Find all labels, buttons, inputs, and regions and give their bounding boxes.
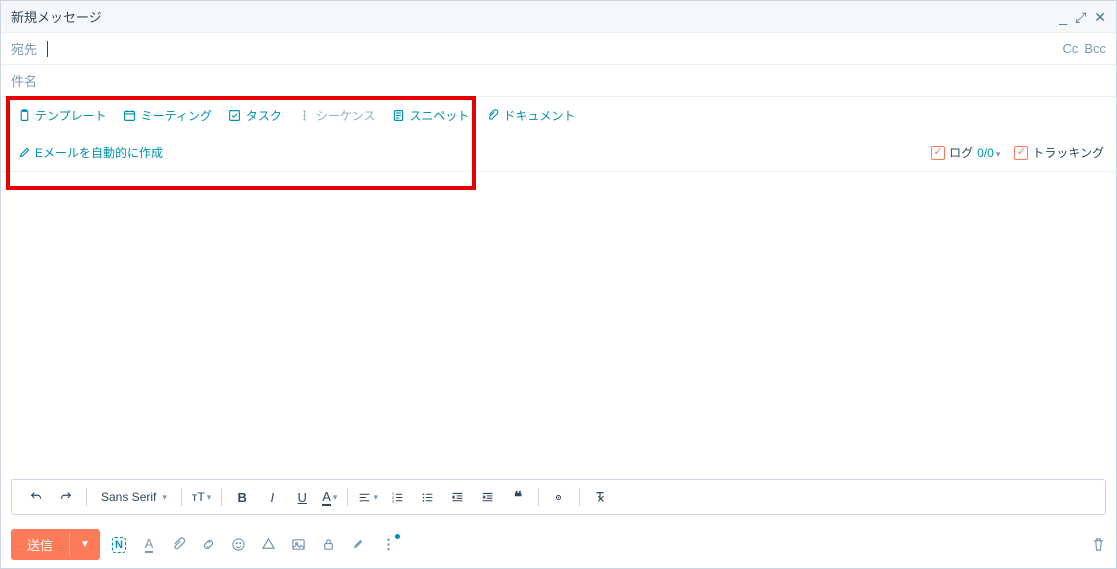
delete-icon[interactable] [1091, 537, 1106, 552]
meeting-button[interactable]: ミーティング [119, 105, 216, 126]
attachment-icon [485, 109, 499, 123]
log-count[interactable]: 0/0▾ [977, 146, 1000, 160]
indent-left-button[interactable] [444, 484, 472, 510]
clear-format-button[interactable] [586, 484, 614, 510]
sequence-button: シーケンス [294, 105, 379, 126]
attach-icon[interactable] [170, 536, 188, 554]
subject-row[interactable]: 件名 [1, 65, 1116, 97]
bold-button[interactable]: B [228, 484, 256, 510]
clipboard-icon [17, 109, 31, 123]
send-button[interactable]: 送信 ▼ [11, 529, 100, 560]
document-button[interactable]: ドキュメント [481, 105, 579, 126]
font-size-button[interactable]: тT▾ [188, 484, 215, 510]
signature-icon[interactable] [350, 536, 368, 554]
more-format-button[interactable] [545, 484, 573, 510]
redo-button[interactable] [52, 484, 80, 510]
font-family-select[interactable]: Sans Serif▾ [95, 488, 173, 506]
send-dropdown[interactable]: ▼ [69, 533, 100, 556]
quote-button[interactable]: ❝ [504, 484, 532, 510]
italic-button[interactable]: I [258, 484, 286, 510]
highlight-icon[interactable]: A [140, 536, 158, 554]
image-icon[interactable] [290, 536, 308, 554]
log-checkbox[interactable]: ✓ ログ 0/0▾ [931, 144, 1000, 161]
subject-label: 件名 [11, 71, 37, 90]
task-button[interactable]: タスク [224, 105, 286, 126]
bcc-button[interactable]: Bcc [1084, 41, 1106, 56]
minimize-icon[interactable]: _ [1059, 10, 1067, 24]
calendar-icon [123, 109, 137, 123]
text-color-button[interactable]: A▾ [318, 484, 341, 510]
to-row[interactable]: 宛先 Cc Bcc [1, 33, 1116, 65]
drive-icon[interactable] [260, 536, 278, 554]
email-body[interactable] [1, 172, 1116, 479]
undo-button[interactable] [22, 484, 50, 510]
emoji-icon[interactable] [230, 536, 248, 554]
more-icon[interactable] [380, 536, 398, 554]
format-toolbar: Sans Serif▾ тT▾ B I U A▾ ▾ 123 ❝ [11, 479, 1106, 515]
footer: 送信 ▼ N A [1, 521, 1116, 568]
indent-right-button[interactable] [474, 484, 502, 510]
underline-button[interactable]: U [288, 484, 316, 510]
window-title: 新規メッセージ [11, 7, 102, 26]
autogen-button[interactable]: Eメールを自動的に作成 [13, 142, 167, 163]
ordered-list-button[interactable]: 123 [384, 484, 412, 510]
snippet-button[interactable]: スニペット [387, 105, 473, 126]
to-label: 宛先 [11, 39, 37, 58]
close-icon[interactable]: ✕ [1094, 10, 1106, 24]
cc-button[interactable]: Cc [1062, 41, 1078, 56]
tracking-checkbox[interactable]: ✓ トラッキング [1014, 144, 1104, 161]
edit-icon [17, 146, 31, 160]
link-icon[interactable] [200, 536, 218, 554]
tools-row: テンプレート ミーティング タスク シーケンス スニペット [1, 97, 1116, 172]
sequence-icon [298, 109, 312, 123]
notion-icon[interactable]: N [110, 536, 128, 554]
expand-icon[interactable]: ⤢ [1075, 10, 1086, 24]
checklist-icon [228, 109, 242, 123]
template-button[interactable]: テンプレート [13, 105, 111, 126]
note-icon [391, 109, 405, 123]
compose-header: 新規メッセージ _ ⤢ ✕ [1, 1, 1116, 33]
checkbox-checked-icon: ✓ [931, 146, 945, 160]
checkbox-checked-icon: ✓ [1014, 146, 1028, 160]
svg-text:3: 3 [392, 498, 395, 503]
to-cursor [47, 41, 48, 57]
unordered-list-button[interactable] [414, 484, 442, 510]
lock-icon[interactable] [320, 536, 338, 554]
align-button[interactable]: ▾ [354, 484, 382, 510]
